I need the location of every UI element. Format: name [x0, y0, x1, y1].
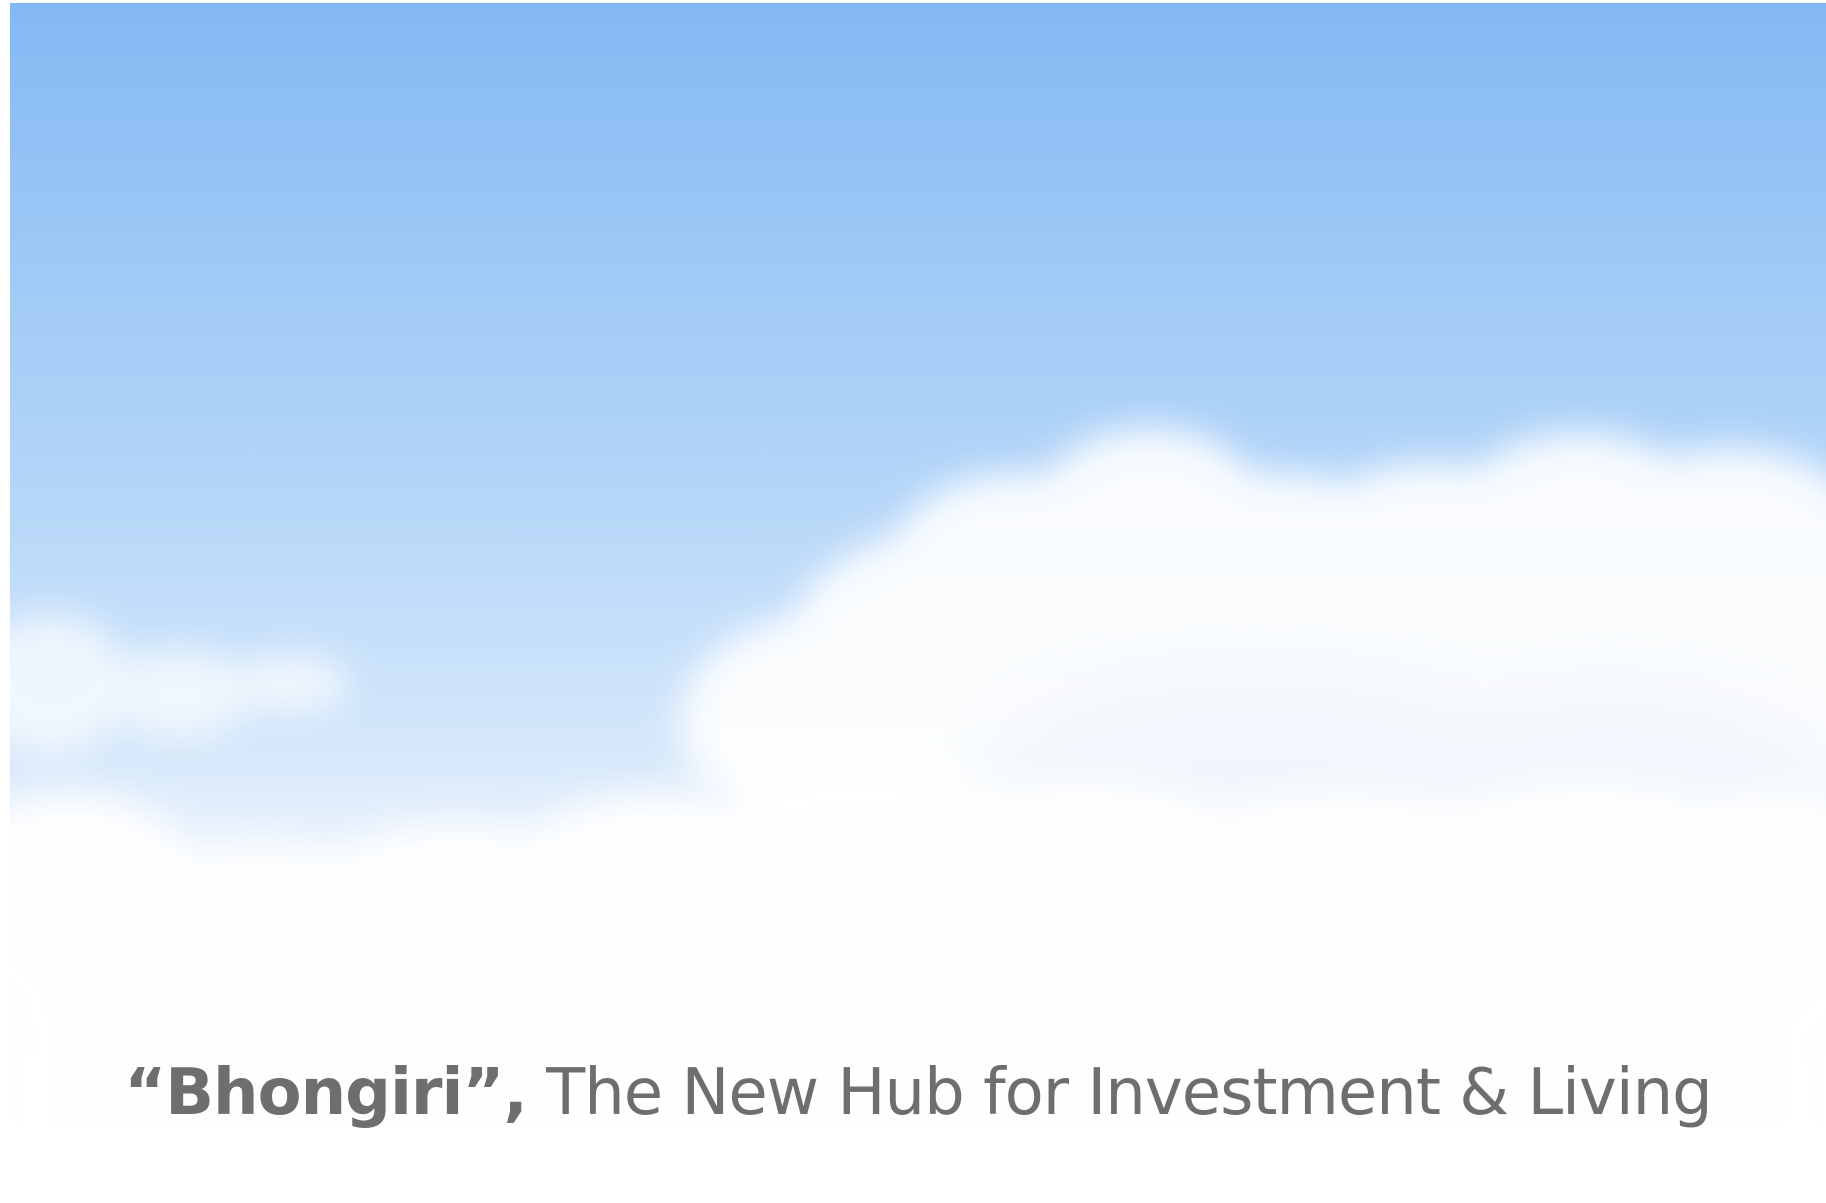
cloud-sky-background	[10, 428, 1826, 1200]
caption-bold-text: “Bhongiri”,	[124, 1056, 528, 1130]
caption-regular-text: The New Hub for Investment & Living	[526, 1056, 1713, 1130]
cloud-wisp-left	[10, 613, 350, 753]
slide: “Bhongiri”, The New Hub for Investment &…	[10, 3, 1826, 1200]
slide-caption: “Bhongiri”, The New Hub for Investment &…	[10, 1053, 1826, 1133]
